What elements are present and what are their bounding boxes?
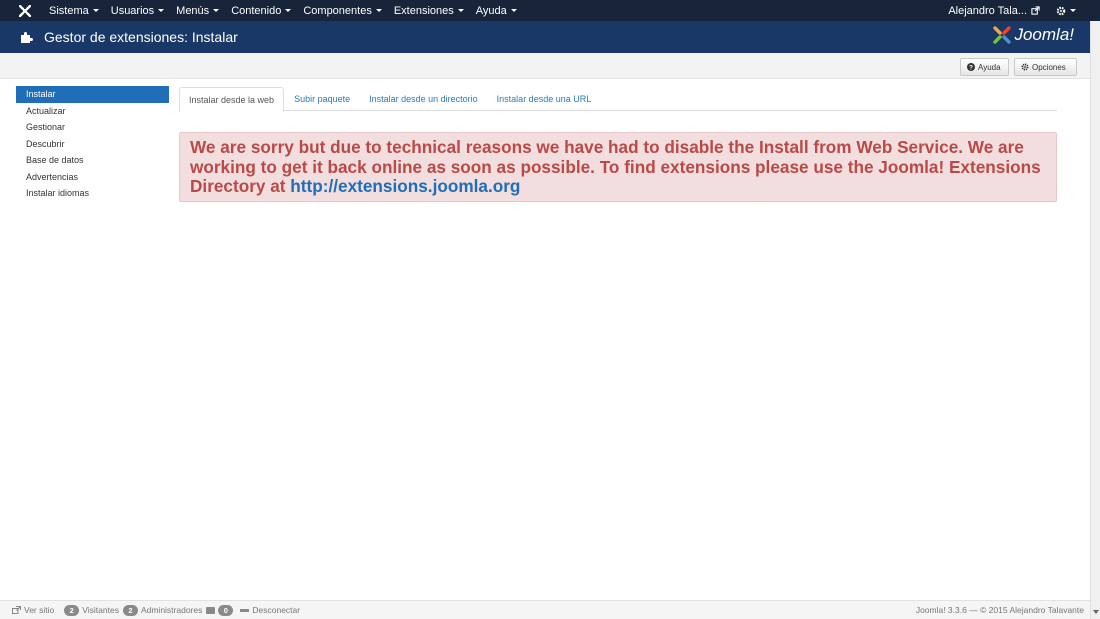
caret-down-icon <box>285 9 292 12</box>
sidebar-item-gestionar[interactable]: Gestionar <box>16 119 169 136</box>
external-link-icon <box>12 606 21 614</box>
menu-sistema[interactable]: Sistema <box>43 0 105 21</box>
sidebar-item-descubrir[interactable]: Descubrir <box>16 136 169 153</box>
admins-count-badge: 2 <box>122 604 138 616</box>
messages-indicator[interactable]: 0 <box>206 604 236 616</box>
puzzle-icon <box>21 32 33 43</box>
sidebar-item-advertencias[interactable]: Advertencias <box>16 169 169 186</box>
caret-down-icon <box>375 9 382 12</box>
menu-componentes[interactable]: Componentes <box>297 0 388 21</box>
alert-message: We are sorry but due to technical reason… <box>190 137 1046 197</box>
caret-down-icon <box>158 9 165 12</box>
visitors-count-badge: 2 <box>64 604 80 616</box>
top-navbar: Sistema Usuarios Menús Contenido Compone… <box>0 0 1100 21</box>
gear-icon <box>1056 6 1066 15</box>
vertical-scrollbar[interactable] <box>1090 21 1100 619</box>
toolbar: ? Ayuda Opciones <box>0 53 1090 79</box>
joomla-brand-logo: Joomla! <box>992 25 1074 45</box>
help-label: Ayuda <box>978 62 1001 72</box>
menu-ayuda[interactable]: Ayuda <box>470 0 523 21</box>
tab-install-from-directory[interactable]: Instalar desde un directorio <box>360 87 487 111</box>
menu-extensiones[interactable]: Extensiones <box>388 0 470 21</box>
page-title: Gestor de extensiones: Instalar <box>44 29 238 45</box>
settings-menu[interactable] <box>1056 6 1076 16</box>
caret-down-icon <box>510 9 517 12</box>
menu-contenido[interactable]: Contenido <box>225 0 297 21</box>
admins-label: Administradores <box>140 605 203 615</box>
gear-icon <box>1021 63 1029 71</box>
sidebar-item-instalar[interactable]: Instalar <box>16 86 169 103</box>
messages-count-badge: 0 <box>218 604 234 616</box>
menu-label: Componentes <box>303 4 372 17</box>
envelope-icon <box>206 606 216 614</box>
view-site-link[interactable]: Ver sitio <box>12 605 54 615</box>
menu-label: Ayuda <box>475 4 507 17</box>
menu-label: Extensiones <box>393 4 454 17</box>
visitors-label: Visitantes <box>82 605 119 615</box>
version-copyright: Joomla! 3.3.6 — © 2015 Alejandro Talavan… <box>915 605 1084 615</box>
sidebar-item-instalar-idiomas[interactable]: Instalar idiomas <box>16 185 169 202</box>
menu-label: Usuarios <box>110 4 155 17</box>
scroll-down-arrow-icon[interactable] <box>1093 610 1099 614</box>
menu-usuarios[interactable]: Usuarios <box>105 0 170 21</box>
logout-label: Desconectar <box>252 605 301 615</box>
minus-icon <box>240 608 250 612</box>
status-bar: Ver sitio 2 Visitantes 2 Administradores… <box>0 600 1090 619</box>
menu-label: Menús <box>176 4 210 17</box>
caret-down-icon <box>92 9 99 12</box>
main-menu: Sistema Usuarios Menús Contenido Compone… <box>43 0 523 21</box>
menu-label: Sistema <box>49 4 89 17</box>
help-button[interactable]: ? Ayuda <box>960 58 1009 76</box>
sidebar-item-actualizar[interactable]: Actualizar <box>16 103 169 120</box>
install-tabs: Instalar desde la web Subir paquete Inst… <box>179 87 1057 112</box>
options-label: Opciones <box>1032 62 1066 72</box>
error-alert: We are sorry but due to technical reason… <box>179 132 1057 202</box>
menu-label: Contenido <box>231 4 282 17</box>
external-link-icon[interactable] <box>1031 6 1040 15</box>
tab-install-from-web[interactable]: Instalar desde la web <box>179 87 285 112</box>
tab-install-from-url[interactable]: Instalar desde una URL <box>488 87 601 111</box>
page-header: Gestor de extensiones: Instalar Joomla! <box>0 21 1100 53</box>
user-area: Alejandro Tala... <box>948 0 1100 21</box>
sidebar: Instalar Actualizar Gestionar Descubrir … <box>16 86 169 202</box>
joomla-logo-icon[interactable] <box>15 0 35 21</box>
admins-indicator: 2 Administradores <box>122 604 203 616</box>
joomla-logo-icon <box>993 26 1012 44</box>
menu-menus[interactable]: Menús <box>170 0 225 21</box>
svg-text:?: ? <box>969 64 973 71</box>
question-circle-icon: ? <box>967 63 975 71</box>
caret-down-icon <box>457 9 464 12</box>
tab-upload-package[interactable]: Subir paquete <box>285 87 359 111</box>
caret-down-icon <box>1070 9 1076 12</box>
brand-name: Joomla! <box>1014 25 1074 44</box>
options-button[interactable]: Opciones <box>1014 58 1077 76</box>
visitors-indicator: 2 Visitantes <box>64 604 119 616</box>
view-site-label: Ver sitio <box>24 605 55 615</box>
sidebar-item-base-de-datos[interactable]: Base de datos <box>16 152 169 169</box>
logout-link[interactable]: Desconectar <box>240 605 300 615</box>
extensions-directory-link[interactable]: http://extensions.joomla.org <box>290 176 520 196</box>
user-name-link[interactable]: Alejandro Tala... <box>948 5 1027 17</box>
caret-down-icon <box>213 9 220 12</box>
